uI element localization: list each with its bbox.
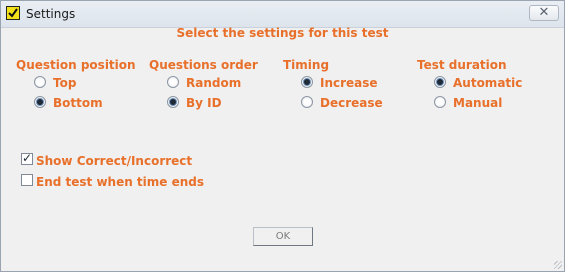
resize-grip[interactable] [554, 261, 562, 269]
radio-manual[interactable] [434, 96, 446, 108]
app-icon [6, 6, 20, 20]
close-icon: ✕ [538, 5, 550, 20]
questions-order-label: Questions order [149, 58, 258, 72]
end-test-checkbox[interactable] [21, 174, 33, 186]
radio-bottom[interactable] [34, 96, 46, 108]
title-bar[interactable]: Settings ✕ [1, 1, 564, 28]
radio-increase-label[interactable]: Increase [320, 76, 378, 90]
radio-automatic[interactable] [434, 76, 446, 88]
end-test-label[interactable]: End test when time ends [36, 175, 204, 189]
close-button[interactable]: ✕ [529, 5, 559, 21]
radio-by-id-label[interactable]: By ID [186, 96, 222, 110]
radio-bottom-label[interactable]: Bottom [53, 96, 103, 110]
radio-top[interactable] [34, 76, 46, 88]
timing-label: Timing [283, 58, 330, 72]
settings-heading: Select the settings for this test [176, 26, 389, 40]
checkmark-icon: ✓ [22, 151, 33, 165]
radio-automatic-label[interactable]: Automatic [453, 76, 522, 90]
radio-by-id[interactable] [167, 96, 179, 108]
radio-decrease-label[interactable]: Decrease [320, 96, 383, 110]
radio-random[interactable] [167, 76, 179, 88]
show-correct-label[interactable]: Show Correct/Incorrect [36, 154, 192, 168]
radio-increase[interactable] [301, 76, 313, 88]
window-title: Settings [26, 7, 76, 21]
radio-top-label[interactable]: Top [53, 76, 76, 90]
radio-decrease[interactable] [301, 96, 313, 108]
radio-manual-label[interactable]: Manual [453, 96, 502, 110]
radio-random-label[interactable]: Random [186, 76, 241, 90]
question-position-label: Question position [16, 58, 136, 72]
settings-window: Settings ✕ Select the settings for this … [0, 0, 565, 272]
ok-button[interactable]: OK [253, 227, 313, 246]
show-correct-checkbox[interactable]: ✓ [21, 151, 33, 165]
test-duration-label: Test duration [417, 58, 507, 72]
